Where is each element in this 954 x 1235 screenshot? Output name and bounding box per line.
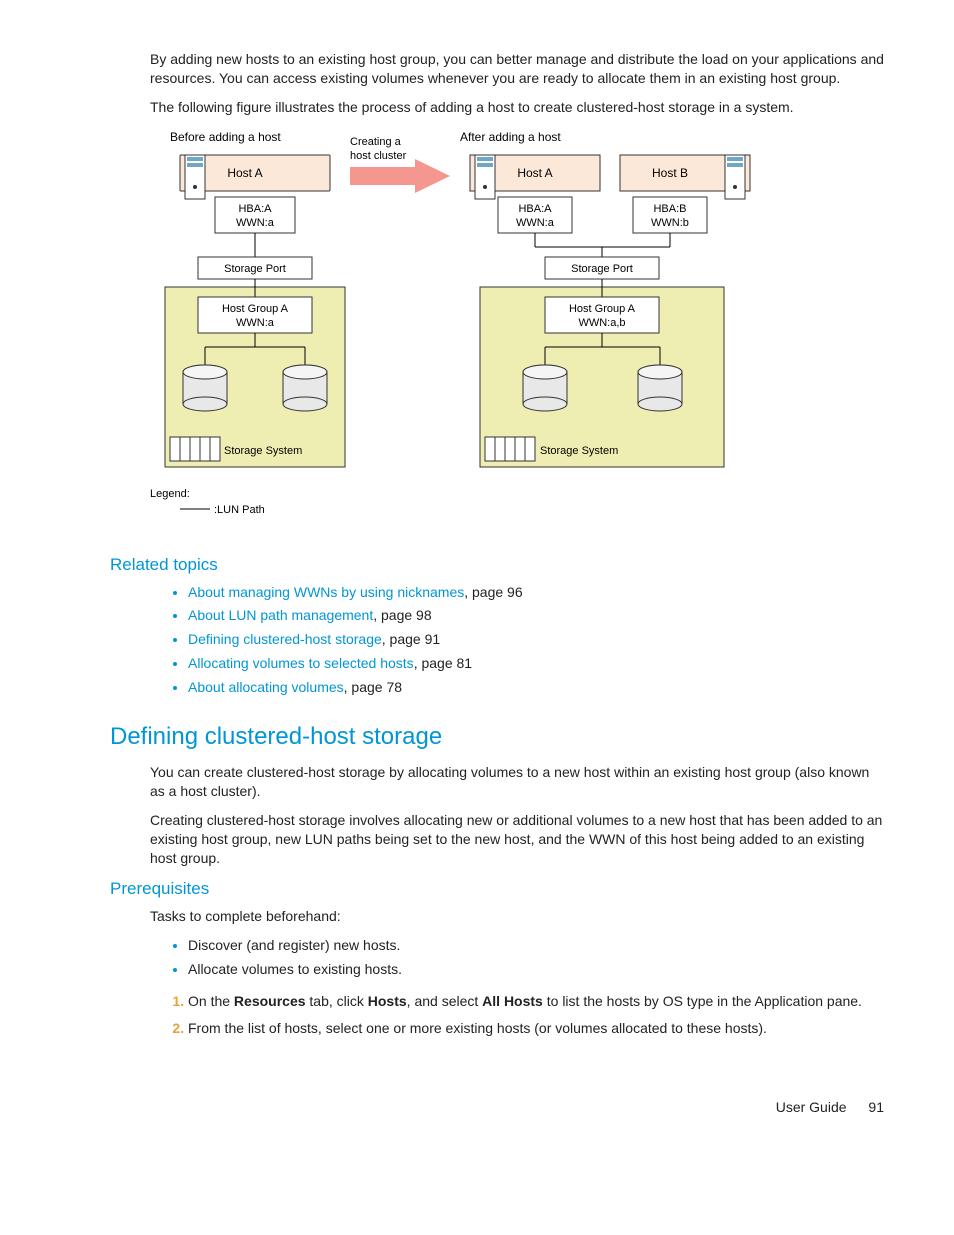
host-a-label: Host A	[227, 166, 262, 180]
svg-text:Storage Port: Storage Port	[571, 263, 633, 275]
svg-text:WWN:a: WWN:a	[236, 317, 275, 329]
svg-text::LUN Path: :LUN Path	[214, 504, 265, 516]
defining-paragraph-1: You can create clustered-host storage by…	[150, 763, 884, 801]
svg-text:WWN:a: WWN:a	[236, 217, 275, 229]
step-text: , and select	[407, 993, 483, 1009]
svg-text:HBA:B: HBA:B	[653, 203, 686, 215]
prerequisites-heading: Prerequisites	[110, 878, 884, 901]
prerequisites-list: Discover (and register) new hosts. Alloc…	[170, 936, 884, 979]
svg-text:WWN:b: WWN:b	[651, 217, 689, 229]
list-item: About LUN path management, page 98	[188, 606, 884, 625]
svg-text:Storage System: Storage System	[540, 445, 618, 457]
disk-array-icon	[485, 437, 535, 461]
link-suffix: , page 91	[382, 631, 440, 647]
related-link[interactable]: About LUN path management	[188, 607, 373, 623]
svg-text:host cluster: host cluster	[350, 150, 407, 162]
list-item: About allocating volumes, page 78	[188, 678, 884, 697]
step-2: From the list of hosts, select one or mo…	[188, 1019, 884, 1038]
defining-heading: Defining clustered-host storage	[110, 721, 884, 753]
svg-text:Host A: Host A	[517, 166, 552, 180]
link-suffix: , page 98	[373, 607, 431, 623]
cylinder-icon	[523, 365, 567, 411]
clustered-host-diagram: Before adding a host Host A HBA:A WWN:a …	[150, 127, 790, 537]
cylinder-icon	[638, 365, 682, 411]
cylinder-icon	[283, 365, 327, 411]
ui-term: All Hosts	[482, 993, 543, 1009]
link-suffix: , page 78	[344, 679, 402, 695]
server-icon	[185, 155, 205, 199]
related-link[interactable]: Defining clustered-host storage	[188, 631, 382, 647]
svg-text:HBA:A: HBA:A	[238, 203, 272, 215]
related-link[interactable]: About allocating volumes	[188, 679, 344, 695]
svg-text:Host Group A: Host Group A	[569, 303, 636, 315]
before-title: Before adding a host	[170, 130, 281, 144]
link-suffix: , page 81	[414, 655, 472, 671]
ui-term: Resources	[234, 993, 306, 1009]
svg-text:Host Group A: Host Group A	[222, 303, 289, 315]
server-icon	[725, 155, 745, 199]
list-item: Allocate volumes to existing hosts.	[188, 960, 884, 979]
svg-text:Host B: Host B	[652, 166, 688, 180]
prerequisites-lead: Tasks to complete beforehand:	[150, 907, 884, 926]
intro-paragraph-1: By adding new hosts to an existing host …	[150, 50, 884, 88]
svg-text:Storage System: Storage System	[224, 445, 302, 457]
list-item: Discover (and register) new hosts.	[188, 936, 884, 955]
figure-container: Before adding a host Host A HBA:A WWN:a …	[150, 127, 884, 542]
step-text: On the	[188, 993, 234, 1009]
related-topics-heading: Related topics	[110, 554, 884, 577]
procedure-steps: On the Resources tab, click Hosts, and s…	[158, 992, 884, 1038]
svg-text:Legend:: Legend:	[150, 488, 190, 500]
cylinder-icon	[183, 365, 227, 411]
svg-text:HBA:A: HBA:A	[518, 203, 552, 215]
svg-text:WWN:a: WWN:a	[516, 217, 555, 229]
list-item: Defining clustered-host storage, page 91	[188, 630, 884, 649]
svg-text:Creating a: Creating a	[350, 136, 402, 148]
page-number: 91	[868, 1099, 884, 1115]
related-link[interactable]: About managing WWNs by using nicknames	[188, 584, 464, 600]
svg-text:WWN:a,b: WWN:a,b	[578, 317, 625, 329]
step-1: On the Resources tab, click Hosts, and s…	[188, 992, 884, 1011]
step-text: tab, click	[306, 993, 368, 1009]
list-item: Allocating volumes to selected hosts, pa…	[188, 654, 884, 673]
svg-text:After adding a host: After adding a host	[460, 130, 561, 144]
ui-term: Hosts	[368, 993, 407, 1009]
defining-paragraph-2: Creating clustered-host storage involves…	[150, 811, 884, 868]
server-icon	[475, 155, 495, 199]
related-link[interactable]: Allocating volumes to selected hosts	[188, 655, 414, 671]
step-text: to list the hosts by OS type in the Appl…	[543, 993, 862, 1009]
list-item: About managing WWNs by using nicknames, …	[188, 583, 884, 602]
disk-array-icon	[170, 437, 220, 461]
intro-paragraph-2: The following figure illustrates the pro…	[150, 98, 884, 117]
footer-label: User Guide	[776, 1099, 847, 1115]
svg-text:Storage Port: Storage Port	[224, 263, 286, 275]
page-footer: User Guide 91	[110, 1098, 884, 1117]
link-suffix: , page 96	[464, 584, 522, 600]
related-topics-list: About managing WWNs by using nicknames, …	[170, 583, 884, 697]
arrow-right-icon	[350, 159, 450, 193]
